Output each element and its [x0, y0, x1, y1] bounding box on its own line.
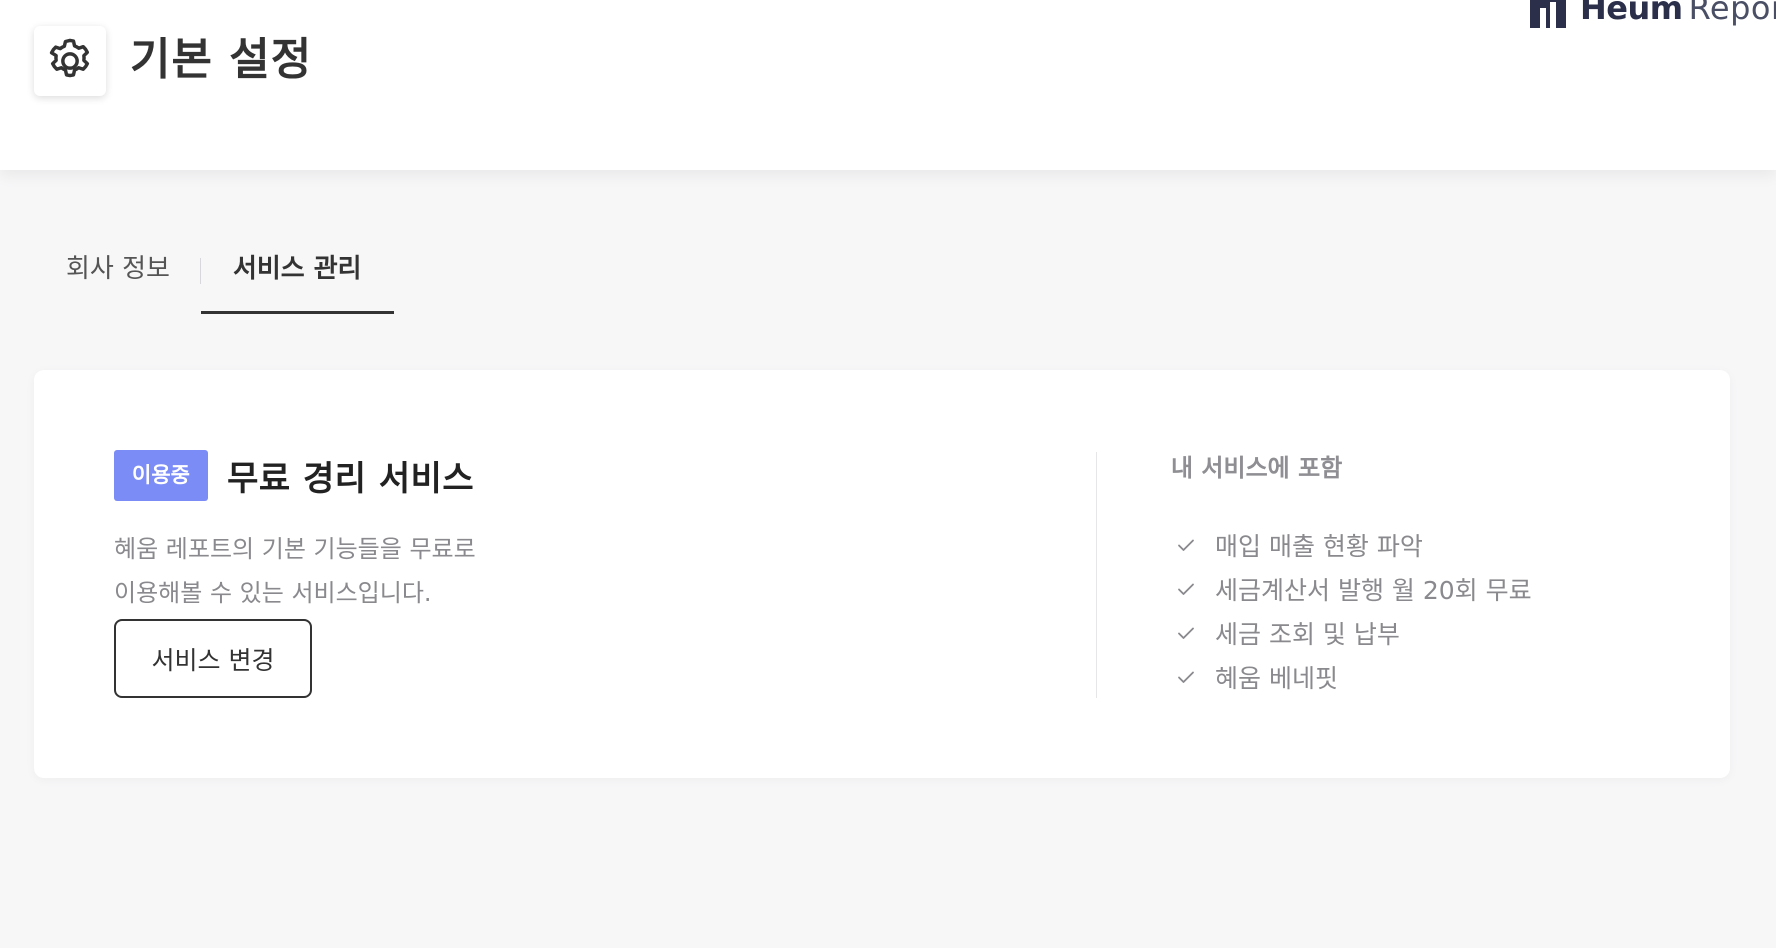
brand-logo[interactable]: Heum Report: [1528, 0, 1776, 28]
service-card: 이용중 무료 경리 서비스 혜움 레포트의 기본 기능들을 무료로 이용해볼 수…: [34, 370, 1730, 778]
feature-item: 매입 매출 현황 파악: [1171, 523, 1532, 567]
check-icon: [1178, 627, 1194, 639]
settings-icon-box: [34, 26, 106, 96]
check-icon: [1178, 539, 1194, 551]
status-badge: 이용중: [114, 450, 208, 501]
feature-item: 세금계산서 발행 월 20회 무료: [1171, 567, 1532, 611]
included-features: 내 서비스에 포함 매입 매출 현황 파악 세금계산서 발행 월 20회 무료 …: [1171, 448, 1532, 699]
heum-logo-icon: [1530, 0, 1566, 28]
service-heading: 이용중 무료 경리 서비스: [114, 450, 476, 501]
service-summary: 이용중 무료 경리 서비스 혜움 레포트의 기본 기능들을 무료로 이용해볼 수…: [114, 450, 476, 698]
feature-label: 세금 조회 및 납부: [1215, 620, 1400, 649]
feature-item: 세금 조회 및 납부: [1171, 611, 1532, 655]
service-description: 혜움 레포트의 기본 기능들을 무료로 이용해볼 수 있는 서비스입니다.: [114, 527, 476, 615]
page-title: 기본 설정: [130, 34, 313, 85]
gear-icon: [49, 38, 90, 78]
card-divider: [1096, 452, 1097, 698]
included-features-title: 내 서비스에 포함: [1171, 454, 1343, 482]
tab-company-info[interactable]: 회사 정보: [44, 238, 200, 314]
logo-text-report: Report: [1688, 0, 1776, 27]
change-service-button[interactable]: 서비스 변경: [114, 619, 312, 698]
feature-label: 혜움 베네핏: [1215, 664, 1338, 693]
settings-tabs: 회사 정보 서비스 관리: [44, 238, 394, 314]
feature-list: 매입 매출 현황 파악 세금계산서 발행 월 20회 무료 세금 조회 및 납부…: [1171, 523, 1532, 699]
tab-service-management[interactable]: 서비스 관리: [200, 238, 394, 314]
service-name: 무료 경리 서비스: [227, 459, 475, 499]
feature-item: 혜움 베네핏: [1171, 655, 1532, 699]
page-header: 기본 설정 Heum Report: [0, 0, 1776, 170]
logo-text-heum: Heum: [1580, 0, 1683, 27]
service-description-line: 혜움 레포트의 기본 기능들을 무료로: [114, 535, 476, 563]
check-icon: [1178, 671, 1194, 683]
feature-label: 매입 매출 현황 파악: [1215, 532, 1423, 561]
service-description-line: 이용해볼 수 있는 서비스입니다.: [114, 579, 432, 607]
check-icon: [1178, 583, 1194, 595]
feature-label: 세금계산서 발행 월 20회 무료: [1215, 576, 1532, 605]
